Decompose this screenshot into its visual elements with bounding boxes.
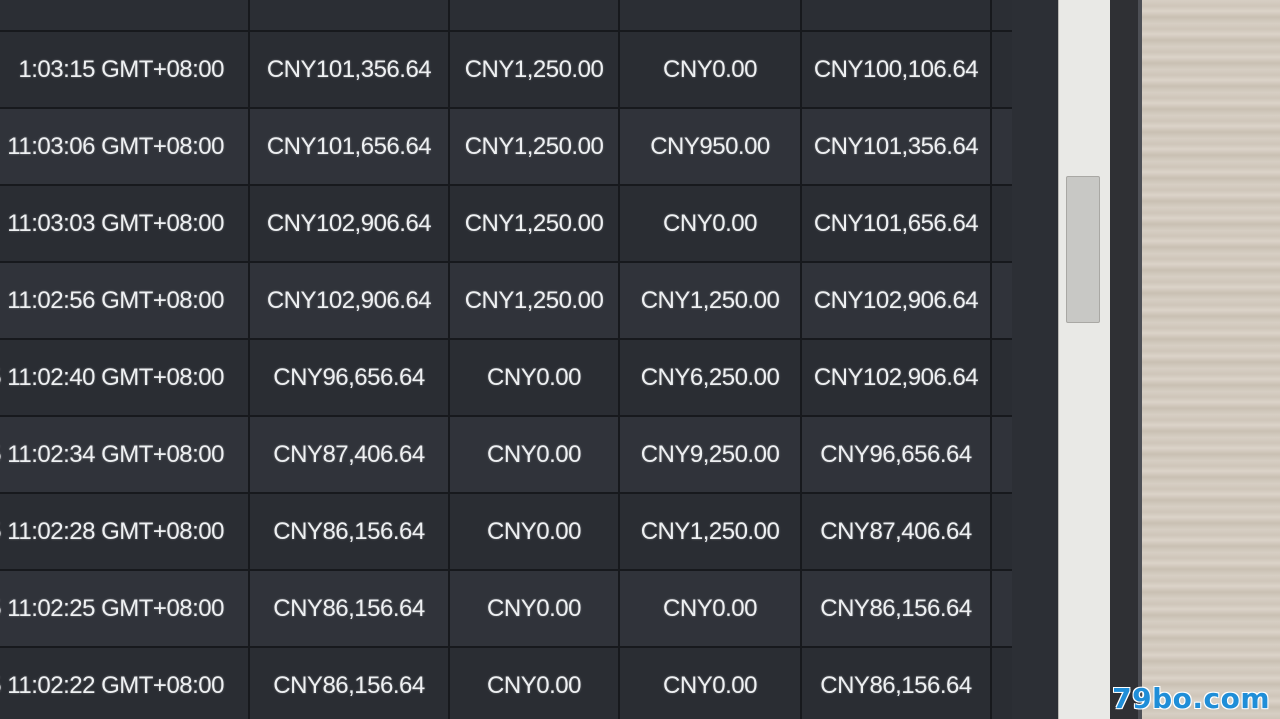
amount-cell: CNY1,250.00 — [450, 263, 620, 338]
amount-cell: CNY1,250.00 — [450, 186, 620, 261]
amount-cell: CNY1,250.00 — [620, 263, 802, 338]
amount-cell: CNY86,156.64 — [250, 648, 450, 719]
monitor-bezel — [1110, 0, 1140, 719]
amount-cell: CNY0.00 — [450, 494, 620, 569]
timestamp-cell: 1:03:15 GMT+08:00 — [0, 32, 250, 107]
column-header-4[interactable] — [802, 0, 992, 30]
amount-cell: CNY101,656.64 — [802, 186, 992, 261]
row-filler — [992, 417, 1012, 492]
amount-cell: CNY101,356.64 — [802, 109, 992, 184]
table-row[interactable]: -15 11:02:22 GMT+08:00 CNY86,156.64 CNY0… — [0, 648, 1012, 719]
transaction-table: 1:03:15 GMT+08:00 CNY101,356.64 CNY1,250… — [0, 0, 1012, 719]
table-row[interactable]: 11:02:56 GMT+08:00 CNY102,906.64 CNY1,25… — [0, 263, 1012, 340]
transaction-history-screen: 1:03:15 GMT+08:00 CNY101,356.64 CNY1,250… — [0, 0, 1012, 719]
amount-cell: CNY100,106.64 — [802, 32, 992, 107]
amount-cell: CNY0.00 — [450, 648, 620, 719]
amount-cell: CNY6,250.00 — [620, 340, 802, 415]
timestamp-cell: 5 11:02:34 GMT+08:00 — [0, 417, 250, 492]
header-filler — [992, 0, 1012, 30]
amount-cell: CNY86,156.64 — [802, 648, 992, 719]
row-filler — [992, 263, 1012, 338]
column-header-2[interactable] — [450, 0, 620, 30]
table-row[interactable]: 15 11:02:28 GMT+08:00 CNY86,156.64 CNY0.… — [0, 494, 1012, 571]
amount-cell: CNY9,250.00 — [620, 417, 802, 492]
amount-cell: CNY96,656.64 — [250, 340, 450, 415]
amount-cell: CNY0.00 — [450, 417, 620, 492]
row-filler — [992, 109, 1012, 184]
table-row[interactable]: 11:03:06 GMT+08:00 CNY101,656.64 CNY1,25… — [0, 109, 1012, 186]
table-row[interactable]: 11:03:03 GMT+08:00 CNY102,906.64 CNY1,25… — [0, 186, 1012, 263]
column-header-3[interactable] — [620, 0, 802, 30]
amount-cell: CNY1,250.00 — [620, 494, 802, 569]
row-filler — [992, 340, 1012, 415]
amount-cell: CNY0.00 — [450, 340, 620, 415]
amount-cell: CNY86,156.64 — [250, 494, 450, 569]
amount-cell: CNY0.00 — [620, 571, 802, 646]
row-filler — [992, 32, 1012, 107]
watermark-logo: 79bo.com — [1112, 682, 1270, 715]
amount-cell: CNY101,656.64 — [250, 109, 450, 184]
background-wall — [1142, 0, 1280, 719]
scroll-gutter — [1012, 0, 1058, 719]
timestamp-cell: 11:03:06 GMT+08:00 — [0, 109, 250, 184]
amount-cell: CNY0.00 — [450, 571, 620, 646]
table-row[interactable]: 5 11:02:40 GMT+08:00 CNY96,656.64 CNY0.0… — [0, 340, 1012, 417]
amount-cell: CNY87,406.64 — [802, 494, 992, 569]
amount-cell: CNY87,406.64 — [250, 417, 450, 492]
table-row[interactable]: 1:03:15 GMT+08:00 CNY101,356.64 CNY1,250… — [0, 32, 1012, 109]
timestamp-cell: -15 11:02:25 GMT+08:00 — [0, 571, 250, 646]
amount-cell: CNY102,906.64 — [802, 263, 992, 338]
table-header-row — [0, 0, 1012, 32]
amount-cell: CNY0.00 — [620, 32, 802, 107]
timestamp-cell: 11:03:03 GMT+08:00 — [0, 186, 250, 261]
amount-cell: CNY86,156.64 — [250, 571, 450, 646]
column-header-1[interactable] — [250, 0, 450, 30]
amount-cell: CNY102,906.64 — [250, 263, 450, 338]
row-filler — [992, 571, 1012, 646]
amount-cell: CNY102,906.64 — [802, 340, 992, 415]
vertical-scrollbar-track[interactable] — [1058, 0, 1111, 719]
row-filler — [992, 648, 1012, 719]
timestamp-cell: 5 11:02:40 GMT+08:00 — [0, 340, 250, 415]
amount-cell: CNY0.00 — [620, 648, 802, 719]
row-filler — [992, 494, 1012, 569]
row-filler — [992, 186, 1012, 261]
timestamp-cell: 15 11:02:28 GMT+08:00 — [0, 494, 250, 569]
amount-cell: CNY102,906.64 — [250, 186, 450, 261]
timestamp-cell: 11:02:56 GMT+08:00 — [0, 263, 250, 338]
vertical-scrollbar-thumb[interactable] — [1066, 176, 1100, 323]
amount-cell: CNY0.00 — [620, 186, 802, 261]
amount-cell: CNY950.00 — [620, 109, 802, 184]
amount-cell: CNY86,156.64 — [802, 571, 992, 646]
column-header-date[interactable] — [0, 0, 250, 30]
amount-cell: CNY1,250.00 — [450, 109, 620, 184]
amount-cell: CNY96,656.64 — [802, 417, 992, 492]
table-row[interactable]: -15 11:02:25 GMT+08:00 CNY86,156.64 CNY0… — [0, 571, 1012, 648]
amount-cell: CNY101,356.64 — [250, 32, 450, 107]
timestamp-cell: -15 11:02:22 GMT+08:00 — [0, 648, 250, 719]
amount-cell: CNY1,250.00 — [450, 32, 620, 107]
table-row[interactable]: 5 11:02:34 GMT+08:00 CNY87,406.64 CNY0.0… — [0, 417, 1012, 494]
